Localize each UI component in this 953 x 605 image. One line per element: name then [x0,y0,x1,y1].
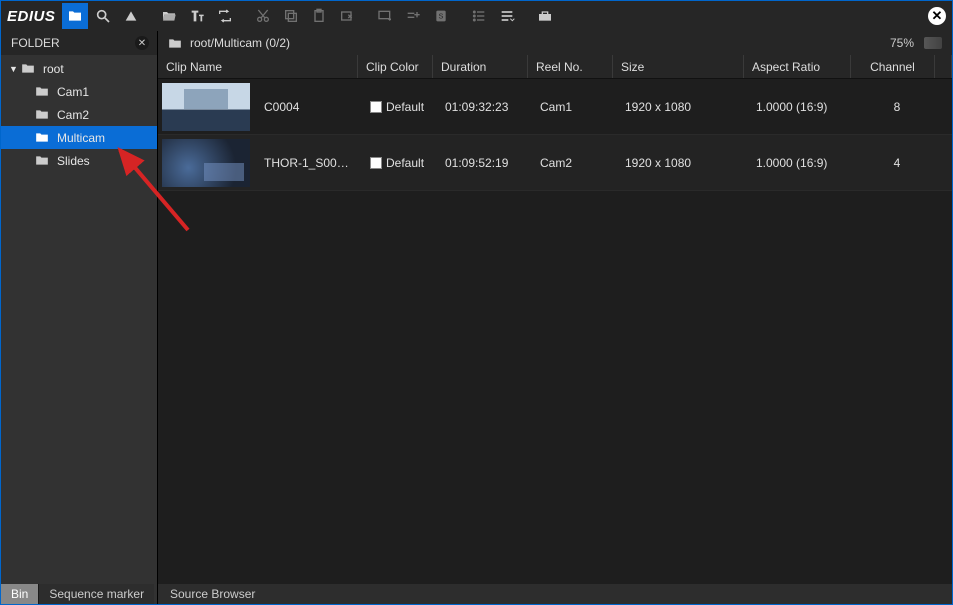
col-channel[interactable]: Channel [851,55,935,78]
clip-reel: Cam2 [532,156,617,170]
folder-panel-title: FOLDER [11,36,135,50]
folder-icon [168,38,184,49]
tab-bin[interactable]: Bin [1,584,38,604]
chevron-down-icon[interactable]: ▼ [9,64,21,74]
clip-name: THOR-1_S001_S0... [256,156,362,170]
folder-tree: ▼ root Cam1 Cam2 Multicam [1,55,157,584]
tab-source-browser[interactable]: Source Browser [160,584,265,604]
title-icon[interactable] [184,3,210,29]
folder-icon [35,86,51,97]
clip-panel: root/Multicam (0/2) 75% Clip Name Clip C… [157,31,952,604]
detail-view-icon[interactable] [494,3,520,29]
folder-icon [35,155,51,166]
open-folder-icon[interactable] [156,3,182,29]
clip-table: Clip Name Clip Color Duration Reel No. S… [158,55,952,584]
svg-text:S: S [439,12,444,21]
close-icon[interactable]: ✕ [135,36,149,50]
shield-icon[interactable]: S [428,3,454,29]
col-spacer [935,55,952,78]
clip-channel: 8 [855,100,939,114]
clip-thumbnail[interactable] [162,83,250,131]
table-row[interactable]: THOR-1_S001_S0... Default 01:09:52:19 Ca… [158,135,952,191]
col-clip-name[interactable]: Clip Name [158,55,358,78]
folder-icon [21,63,37,74]
folder-icon [35,109,51,120]
folder-icon[interactable] [62,3,88,29]
clip-channel: 4 [855,156,939,170]
tree-item-label: Cam2 [57,108,89,122]
col-reel[interactable]: Reel No. [528,55,613,78]
copy-icon[interactable] [278,3,304,29]
col-clip-color[interactable]: Clip Color [358,55,433,78]
cycle-icon[interactable] [212,3,238,29]
tree-item-label: Multicam [57,131,105,145]
col-aspect-ratio[interactable]: Aspect Ratio [744,55,851,78]
clip-name: C0004 [256,100,362,114]
add-to-icon[interactable] [400,3,426,29]
clip-aspect-ratio: 1.0000 (16:9) [748,100,855,114]
cut-icon[interactable] [250,3,276,29]
list-view-icon[interactable] [466,3,492,29]
paste-icon[interactable] [306,3,332,29]
content-footer: Source Browser [158,584,952,604]
add-display-icon[interactable] [372,3,398,29]
tree-item-slides[interactable]: Slides [1,149,157,172]
main-toolbar: EDIUS S ✕ [1,1,952,31]
col-duration[interactable]: Duration [433,55,528,78]
col-size[interactable]: Size [613,55,744,78]
zoom-slider[interactable] [924,37,942,49]
tree-item-cam2[interactable]: Cam2 [1,103,157,126]
clip-color: Default [362,100,437,114]
clip-color: Default [362,156,437,170]
up-triangle-icon[interactable] [118,3,144,29]
clip-duration: 01:09:52:19 [437,156,532,170]
folder-panel-header: FOLDER ✕ [1,31,157,55]
tree-item-label: Slides [57,154,90,168]
color-swatch [370,157,382,169]
tree-item-multicam[interactable]: Multicam [1,126,157,149]
clip-size: 1920 x 1080 [617,156,748,170]
clip-aspect-ratio: 1.0000 (16:9) [748,156,855,170]
clip-reel: Cam1 [532,100,617,114]
folder-icon [35,132,51,143]
tree-root[interactable]: ▼ root [1,57,157,80]
app-title: EDIUS [7,8,55,25]
clip-duration: 01:09:32:23 [437,100,532,114]
tree-item-cam1[interactable]: Cam1 [1,80,157,103]
toolbox-icon[interactable] [532,3,558,29]
table-header: Clip Name Clip Color Duration Reel No. S… [158,55,952,79]
breadcrumb-path: root/Multicam (0/2) [190,36,890,50]
export-icon[interactable] [334,3,360,29]
folder-panel: FOLDER ✕ ▼ root Cam1 Cam2 [1,31,157,604]
table-row[interactable]: C0004 Default 01:09:32:23 Cam1 1920 x 10… [158,79,952,135]
tree-item-label: Cam1 [57,85,89,99]
clip-thumbnail[interactable] [162,139,250,187]
tree-root-label: root [43,62,64,76]
search-icon[interactable] [90,3,116,29]
close-icon[interactable]: ✕ [928,7,946,25]
tab-sequence-marker[interactable]: Sequence marker [38,584,154,604]
clip-size: 1920 x 1080 [617,100,748,114]
breadcrumb: root/Multicam (0/2) 75% [158,31,952,55]
color-swatch [370,101,382,113]
zoom-value: 75% [890,36,914,50]
